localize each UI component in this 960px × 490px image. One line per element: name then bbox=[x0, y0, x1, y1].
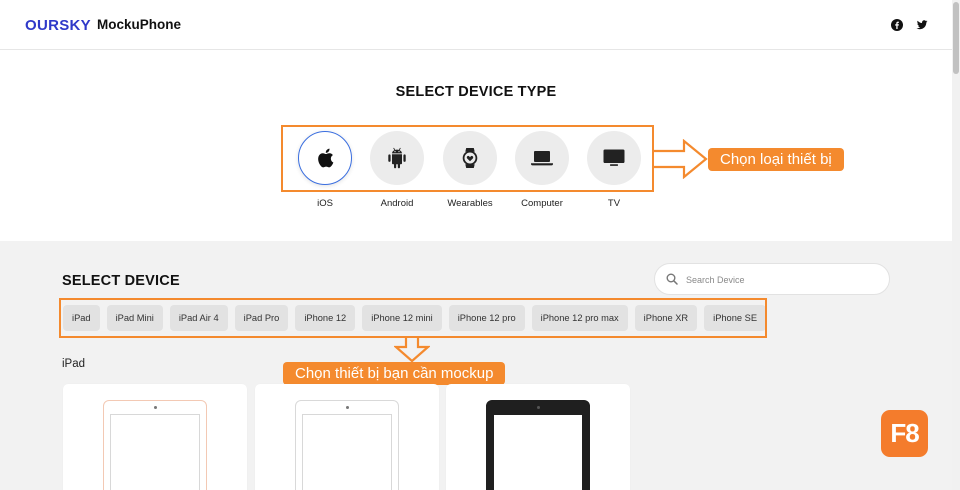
device-screen bbox=[493, 414, 583, 490]
callout-arrow-down bbox=[394, 337, 430, 363]
twitter-icon[interactable] bbox=[916, 19, 928, 31]
facebook-icon[interactable] bbox=[891, 19, 903, 31]
top-navigation-bar: OURSKY MockuPhone bbox=[0, 0, 952, 50]
device-card[interactable] bbox=[255, 384, 439, 490]
f8-logo-badge: F8 bbox=[881, 410, 928, 457]
device-type-label: TV bbox=[607, 198, 621, 209]
scrollbar-thumb[interactable] bbox=[953, 2, 959, 74]
camera-dot bbox=[537, 406, 540, 409]
callout-arrow-right bbox=[653, 139, 708, 179]
ipad-mockup-image bbox=[486, 400, 590, 490]
camera-dot bbox=[154, 406, 157, 409]
device-card[interactable] bbox=[446, 384, 630, 490]
ipad-mockup-image bbox=[295, 400, 399, 490]
device-select-heading: SELECT DEVICE bbox=[62, 273, 180, 289]
device-group-label: iPad bbox=[62, 358, 86, 370]
device-type-label: iOS bbox=[317, 198, 333, 209]
device-type-heading: SELECT DEVICE TYPE bbox=[395, 84, 557, 100]
device-type-label: Android bbox=[380, 198, 414, 209]
device-screen bbox=[302, 414, 392, 490]
device-type-callout: Chọn loại thiết bị bbox=[708, 148, 844, 171]
device-type-highlight-box bbox=[281, 125, 654, 192]
search-device-input[interactable] bbox=[686, 271, 881, 289]
device-chip-highlight-box bbox=[59, 298, 767, 338]
ipad-mockup-image bbox=[103, 400, 207, 490]
device-type-label: Wearables bbox=[447, 198, 493, 209]
device-card[interactable] bbox=[63, 384, 247, 490]
device-type-section: SELECT DEVICE TYPE iOS Android Wearables… bbox=[0, 51, 952, 241]
search-device-box[interactable] bbox=[654, 263, 890, 295]
device-screen bbox=[110, 414, 200, 490]
oursky-logo[interactable]: OURSKY bbox=[25, 17, 91, 34]
page-scrollbar[interactable] bbox=[952, 0, 960, 490]
app-title[interactable]: MockuPhone bbox=[97, 17, 181, 32]
device-select-section: SELECT DEVICE iPad iPad Mini iPad Air 4 … bbox=[0, 241, 952, 490]
search-icon bbox=[666, 273, 678, 285]
device-select-callout: Chọn thiết bị bạn cần mockup bbox=[283, 362, 506, 385]
camera-dot bbox=[346, 406, 349, 409]
device-type-label: Computer bbox=[521, 198, 563, 209]
